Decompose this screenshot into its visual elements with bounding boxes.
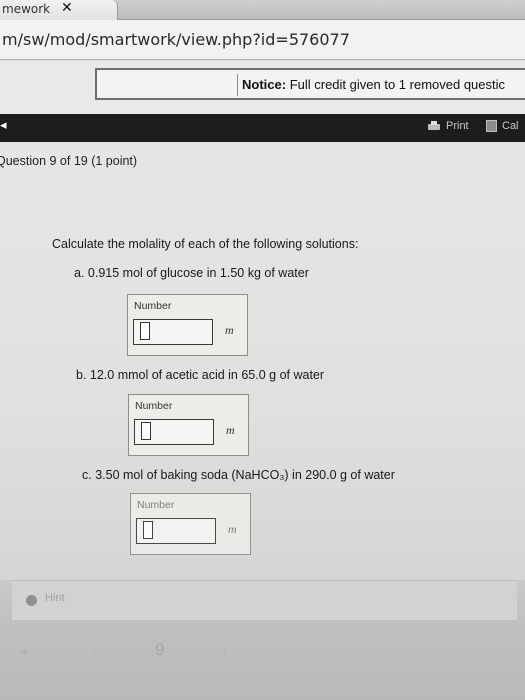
calculator-icon — [486, 120, 497, 132]
close-icon[interactable]: ✕ — [61, 0, 73, 16]
notice-message: Notice: Full credit given to 1 removed q… — [237, 74, 525, 96]
part-c-unit: m — [228, 522, 237, 536]
footer-bar: Hint ◂ ‹ 9 › — [0, 580, 525, 700]
url-text[interactable]: m/sw/mod/smartwork/view.php?id=576077 — [2, 30, 350, 49]
print-button[interactable]: Print — [428, 120, 469, 132]
part-b-answer-box: Number m — [128, 394, 249, 456]
text-cursor-icon — [140, 322, 150, 340]
part-a-text: a. 0.915 mol of glucose in 1.50 kg of wa… — [74, 266, 309, 280]
hint-label: Hint — [45, 592, 65, 604]
browser-tab-bar: mework ✕ — [0, 0, 525, 20]
next-question-icon[interactable]: › — [222, 642, 227, 658]
assignment-toolbar: ◂ Print Cal — [0, 114, 525, 142]
part-a-answer-box: Number m — [127, 294, 248, 356]
print-label: Print — [446, 120, 469, 132]
part-a-input-label: Number — [134, 300, 172, 312]
question-prompt: Calculate the molality of each of the fo… — [52, 237, 359, 251]
calculator-button[interactable]: Cal — [486, 120, 519, 132]
notice-area: Notice: Full credit given to 1 removed q… — [0, 61, 525, 114]
part-b-unit: m — [226, 423, 235, 437]
page-number: 9 — [155, 640, 165, 659]
part-a-unit: m — [225, 323, 234, 337]
hint-icon — [26, 595, 37, 606]
part-b-text: b. 12.0 mmol of acetic acid in 65.0 g of… — [76, 368, 325, 382]
part-c-text: c. 3.50 mol of baking soda (NaHCO₃) in 2… — [82, 468, 395, 482]
browser-tab[interactable]: mework ✕ — [0, 0, 118, 20]
calculator-label: Cal — [502, 120, 519, 132]
hint-strip[interactable]: Hint — [12, 580, 517, 620]
notice-banner: Notice: Full credit given to 1 removed q… — [95, 68, 525, 100]
address-bar[interactable]: m/sw/mod/smartwork/view.php?id=576077 — [0, 20, 525, 60]
previous-question-icon[interactable]: ‹ — [92, 642, 97, 658]
part-b-input-label: Number — [135, 400, 173, 412]
text-cursor-icon — [143, 521, 153, 539]
question-content: Question 9 of 19 (1 point) Calculate the… — [0, 142, 525, 580]
text-cursor-icon — [141, 422, 151, 440]
tab-title: mework — [2, 2, 51, 16]
part-c-input-label: Number — [137, 499, 175, 511]
part-c-answer-box: Number m — [130, 493, 251, 555]
previous-arrow-icon[interactable]: ◂ — [20, 642, 27, 659]
printer-icon — [428, 120, 440, 132]
question-header: Question 9 of 19 (1 point) — [0, 154, 138, 168]
notice-text: Full credit given to 1 removed questic — [289, 77, 506, 92]
notice-label: Notice: — [242, 77, 287, 92]
back-arrow-icon[interactable]: ◂ — [0, 118, 7, 133]
